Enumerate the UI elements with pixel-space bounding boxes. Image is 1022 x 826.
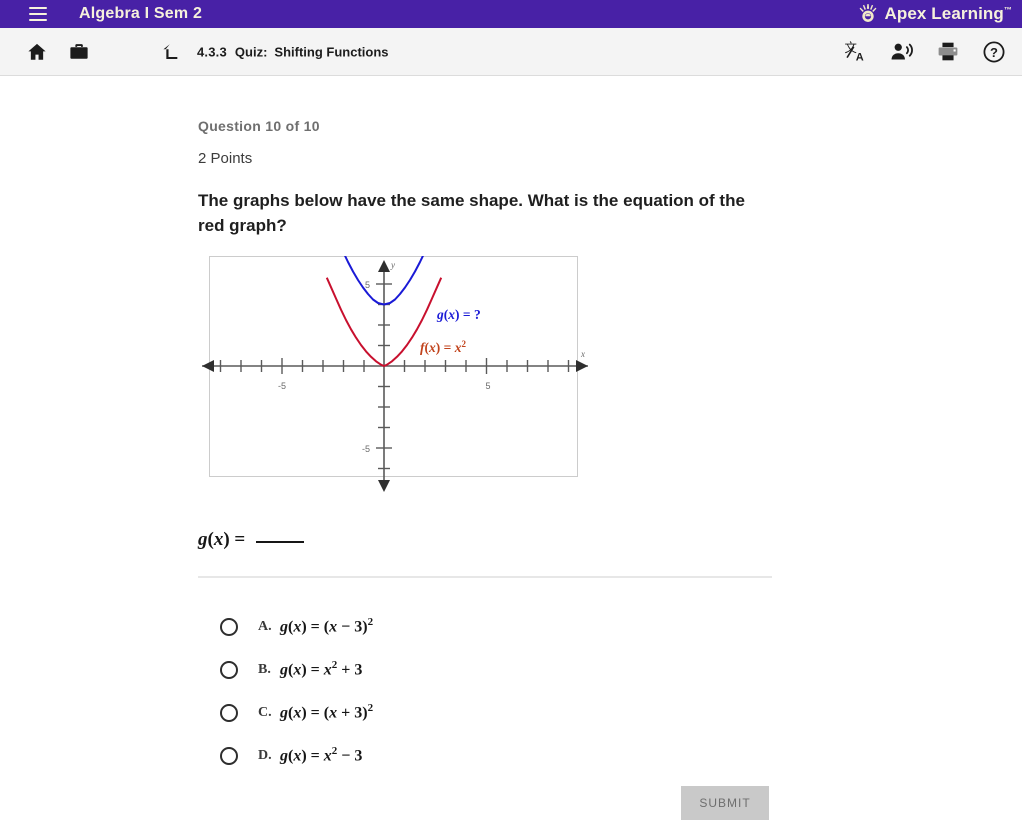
choice-a-op: − 3) (337, 618, 368, 636)
ytick-label-5: 5 (365, 280, 370, 290)
choice-letter-a: A. (258, 618, 272, 634)
choice-option-a[interactable]: A. g(x) = (x − 3)2 (220, 605, 373, 648)
choice-text-c: g(x) = (x + 3)2 (280, 702, 374, 722)
toolbar-actions: 文 A ? (844, 28, 1006, 75)
ytick-label-neg5: -5 (362, 444, 370, 454)
choice-d-eq: = (306, 747, 324, 765)
choice-list: A. g(x) = (x − 3)2 B. g(x) = x2 + 3 C. g… (220, 605, 373, 777)
choice-option-b[interactable]: B. g(x) = x2 + 3 (220, 648, 373, 691)
choice-d-x1: x (293, 747, 302, 765)
choice-c-op: + 3) (337, 704, 368, 722)
choice-letter-d: D. (258, 747, 272, 763)
choice-text-d: g(x) = x2 − 3 (280, 745, 363, 765)
section-divider (198, 576, 772, 578)
briefcase-icon[interactable] (68, 41, 90, 63)
graph-annotation-g: g(x) = ? (436, 307, 481, 322)
question-points: 2 Points (198, 150, 253, 167)
breadcrumb-kind: Quiz: (234, 44, 268, 59)
question-prompt: The graphs below have the same shape. Wh… (198, 191, 745, 235)
choice-a-x1: x (293, 618, 302, 636)
brand-trademark: ™ (1003, 5, 1012, 15)
brand: Apex Learning™ (857, 0, 1013, 28)
choice-c-eq: = ( (306, 704, 330, 722)
question-counter: Question 10 of 10 (198, 118, 320, 134)
choice-b-tail: + 3 (337, 661, 363, 679)
up-level-arrow-icon[interactable] (160, 41, 182, 63)
choice-a-sup: 2 (367, 616, 374, 629)
svg-text:?: ? (990, 45, 998, 60)
choice-b-eq: = (306, 661, 324, 679)
x-axis-label: x (580, 349, 585, 359)
xtick-label-neg5: -5 (278, 381, 286, 391)
app-bar: Algebra I Sem 2 Apex Learning™ (0, 0, 1022, 28)
choice-a-x2: x (329, 618, 338, 636)
choice-letter-b: B. (258, 661, 271, 677)
choice-d-x2: x (323, 747, 332, 765)
choice-d-g: g (280, 747, 288, 765)
radio-button-d[interactable] (220, 746, 238, 765)
breadcrumb-name: Shifting Functions (274, 44, 389, 59)
hamburger-menu-icon[interactable] (29, 7, 47, 21)
submit-button[interactable]: SUBMIT (681, 786, 769, 820)
choice-a-g: g (280, 618, 288, 636)
secondary-toolbar: 4.3.3 Quiz: Shifting Functions 文 A ? (0, 28, 1022, 76)
choice-text-b: g(x) = x2 + 3 (280, 659, 363, 679)
choice-c-x1: x (293, 704, 302, 722)
apex-sunburst-logo (859, 4, 876, 22)
parabola-graph: -5 5 x 5 -5 y g(x) = ? f(x) = x2 (202, 256, 588, 492)
choice-c-g: g (280, 704, 288, 722)
breadcrumb: 4.3.3 Quiz: Shifting Functions (197, 44, 389, 59)
choice-a-eq: = ( (306, 618, 330, 636)
choice-text-a: g(x) = (x − 3)2 (280, 616, 374, 636)
question-content: Question 10 of 10 2 Points The graphs be… (0, 76, 1022, 826)
radio-button-b[interactable] (220, 660, 238, 679)
course-title: Algebra I Sem 2 (79, 5, 203, 22)
radio-button-c[interactable] (220, 703, 238, 722)
answer-prompt-x: x (213, 529, 224, 550)
answer-prompt: g(x) = (198, 529, 304, 551)
graph-figure: -5 5 x 5 -5 y g(x) = ? f(x) = x2 (200, 256, 590, 494)
choice-d-tail: − 3 (337, 747, 363, 765)
choice-option-d[interactable]: D. g(x) = x2 − 3 (220, 734, 373, 777)
print-icon[interactable] (936, 40, 960, 63)
brand-name: Apex Learning™ (885, 4, 1013, 24)
choice-option-c[interactable]: C. g(x) = (x + 3)2 (220, 691, 373, 734)
radio-button-a[interactable] (220, 617, 238, 636)
home-icon[interactable] (26, 41, 48, 63)
breadcrumb-number: 4.3.3 (197, 44, 227, 59)
answer-blank (255, 541, 304, 543)
translate-icon[interactable]: 文 A (844, 40, 867, 63)
choice-c-x2: x (329, 704, 338, 722)
choice-b-x2: x (323, 661, 332, 679)
help-circle-icon[interactable]: ? (982, 40, 1006, 64)
choice-b-g: g (280, 661, 288, 679)
choice-b-x1: x (293, 661, 302, 679)
choice-c-sup: 2 (367, 702, 374, 715)
graph-annotation-f: f(x) = x2 (420, 339, 466, 355)
xtick-label-5: 5 (485, 381, 490, 391)
answer-prompt-g: g (198, 529, 208, 550)
answer-prompt-equals: = (229, 529, 250, 550)
choice-letter-c: C. (258, 704, 272, 720)
brand-name-text: Apex Learning (884, 4, 1004, 23)
y-axis-label: y (390, 260, 395, 270)
read-aloud-icon[interactable] (889, 40, 914, 63)
svg-text:A: A (856, 52, 864, 63)
